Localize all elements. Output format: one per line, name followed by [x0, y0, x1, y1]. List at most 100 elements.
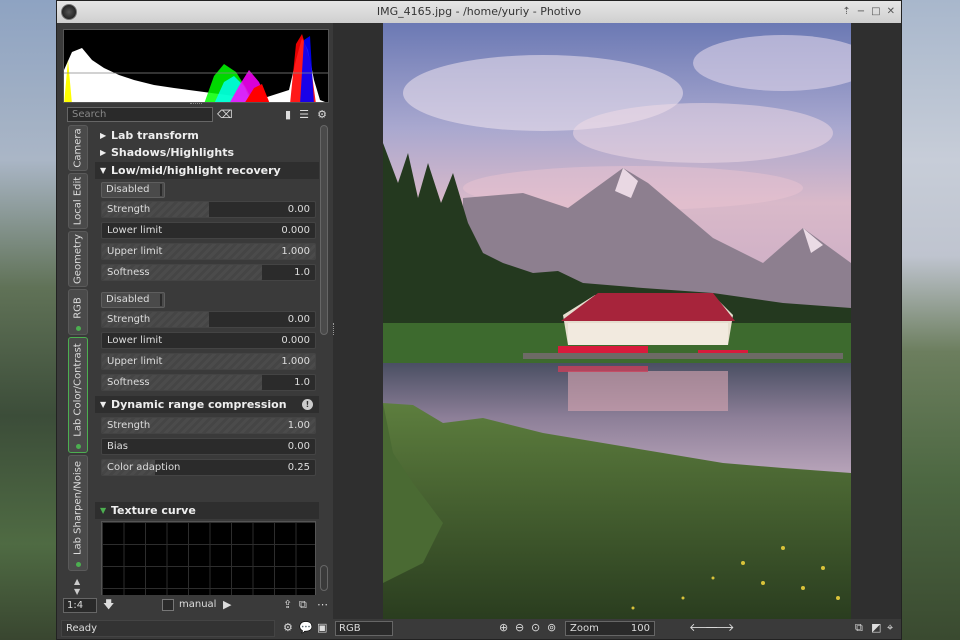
tab-local-edit[interactable]: Local Edit: [68, 173, 88, 229]
image-viewer[interactable]: [381, 23, 901, 619]
copy-icon[interactable]: ⧉: [855, 621, 863, 635]
window-minimize-button[interactable]: −: [857, 1, 865, 23]
slider-label: Color adaption: [107, 462, 181, 473]
tab-rgb[interactable]: RGB: [68, 289, 88, 335]
active-dot-icon: [76, 562, 81, 567]
tab-scroll-up-icon[interactable]: ▲: [74, 577, 80, 586]
recovery-mode-select-2[interactable]: Disabled: [101, 292, 165, 308]
manual-label: manual: [179, 599, 217, 610]
slider-label: Upper limit: [107, 356, 163, 367]
slider-strength[interactable]: Strength 1.00: [101, 417, 316, 434]
slider-label: Bias: [107, 441, 128, 452]
arrow-down-icon[interactable]: 🡇: [103, 598, 114, 612]
zoom-in-icon[interactable]: ⊕: [499, 621, 508, 635]
zoom-fit-icon[interactable]: ⊙: [531, 621, 540, 635]
slider-value: 1.00: [287, 420, 310, 431]
tab-lab-sharpen-noise[interactable]: Lab Sharpen/Noise: [68, 455, 88, 571]
slider-label: Upper limit: [107, 246, 163, 257]
info-bubble-icon[interactable]: 💬: [299, 621, 313, 635]
fullscreen-icon[interactable]: ▣: [317, 621, 327, 635]
settings-icon[interactable]: ⚙: [283, 621, 293, 635]
tab-camera[interactable]: Camera: [68, 125, 88, 171]
expanded-arrow-icon: ▼: [100, 166, 107, 175]
filter-list: ▶ Lab transform ▶ Shadows/Highlights ▼ Low/…: [95, 125, 319, 595]
slider-color-adaption[interactable]: Color adaption 0.25: [101, 459, 316, 476]
histogram: [63, 29, 329, 103]
desktop-background-right: [902, 0, 960, 640]
slider-value: 1.000: [281, 356, 310, 367]
texture-curve-graph[interactable]: [101, 521, 316, 595]
zoom-field[interactable]: Zoom 100: [565, 621, 655, 636]
bookmark-icon[interactable]: ▮: [281, 107, 295, 122]
slider-label: Softness: [107, 377, 150, 388]
slider-lower-limit[interactable]: Lower limit 0.000: [101, 332, 316, 349]
slider-label: Lower limit: [107, 335, 163, 346]
tab-bar: Camera Local Edit Geometry RGB Lab Color…: [68, 125, 90, 596]
zoom-label: Zoom: [570, 623, 599, 634]
viewer-toolbar: RGB ⊕ ⊖ ⊙ ⊚ Zoom 100 🡐 🡒 ⧉ ◩ ⌖: [333, 619, 901, 639]
app-logo-icon[interactable]: [61, 4, 77, 20]
panel-scrollbar[interactable]: [320, 125, 328, 593]
photo-canvas[interactable]: [383, 23, 851, 619]
slider-lower-limit[interactable]: Lower limit 0.000: [101, 222, 316, 239]
play-icon[interactable]: ▶: [223, 598, 231, 612]
section-texture-curve[interactable]: ▼ Texture curve: [95, 502, 319, 519]
slider-value: 0.00: [287, 314, 310, 325]
window-maximize-button[interactable]: □: [871, 1, 880, 23]
window-shade-button[interactable]: ⇡: [842, 1, 850, 23]
window-close-button[interactable]: ✕: [887, 1, 895, 23]
splitter-handle[interactable]: [333, 323, 336, 335]
export-icon[interactable]: ⇪: [283, 598, 292, 612]
recovery-mode-select-1[interactable]: Disabled: [101, 182, 165, 198]
zoom-out-icon[interactable]: ⊖: [515, 621, 524, 635]
tab-scroll-down-icon[interactable]: ▼: [74, 587, 80, 596]
slider-value: 0.000: [281, 335, 310, 346]
section-dynamic-range-compression[interactable]: ▼ Dynamic range compression !: [95, 396, 319, 413]
title-bar[interactable]: IMG_4165.jpg - /home/yuriy - Photivo ⇡ −…: [57, 1, 901, 23]
section-lab-transform[interactable]: ▶ Lab transform: [95, 127, 319, 144]
status-bar: Ready ⚙ 💬 ▣: [57, 619, 333, 639]
pipe-size-select[interactable]: 1:4: [63, 598, 97, 613]
next-image-icon[interactable]: 🡒: [705, 621, 735, 635]
gear-icon[interactable]: ⚙: [315, 107, 329, 122]
slider-softness[interactable]: Softness 1.0: [101, 264, 316, 281]
slider-upper-limit[interactable]: Upper limit 1.000: [101, 353, 316, 370]
app-window: IMG_4165.jpg - /home/yuriy - Photivo ⇡ −…: [56, 0, 902, 640]
panel-bottom-bar: 1:4 🡇 manual ▶ ⇪ ⧉ ⋯: [57, 596, 333, 618]
slider-softness[interactable]: Softness 1.0: [101, 374, 316, 391]
scrollbar-thumb[interactable]: [320, 125, 328, 335]
window-title: IMG_4165.jpg - /home/yuriy - Photivo: [376, 5, 582, 18]
splitter[interactable]: [333, 23, 381, 619]
clear-search-icon[interactable]: ⌫: [217, 107, 233, 122]
desktop-background-left: [0, 0, 56, 640]
slider-upper-limit[interactable]: Upper limit 1.000: [101, 243, 316, 260]
histogram-resize-handle[interactable]: [190, 103, 202, 106]
slider-bias[interactable]: Bias 0.00: [101, 438, 316, 455]
slider-strength[interactable]: Strength 0.00: [101, 311, 316, 328]
section-shadows-highlights[interactable]: ▶ Shadows/Highlights: [95, 144, 319, 161]
manual-checkbox[interactable]: [162, 599, 174, 611]
status-text: Ready: [61, 620, 275, 637]
slider-strength[interactable]: Strength 0.00: [101, 201, 316, 218]
tab-geometry[interactable]: Geometry: [68, 231, 88, 287]
slider-value: 0.000: [281, 225, 310, 236]
channel-select[interactable]: RGB: [335, 621, 393, 636]
menu-icon[interactable]: ☰: [297, 107, 311, 122]
batch-icon[interactable]: ⧉: [299, 598, 307, 612]
slider-label: Lower limit: [107, 225, 163, 236]
more-icon[interactable]: ⋯: [317, 598, 328, 612]
compare-icon[interactable]: ◩: [871, 621, 881, 635]
slider-value: 1.000: [281, 246, 310, 257]
zoom-100-icon[interactable]: ⊚: [547, 621, 556, 635]
active-dot-icon: [76, 326, 81, 331]
slider-value: 0.00: [287, 441, 310, 452]
tab-lab-color-contrast[interactable]: Lab Color/Contrast: [68, 337, 88, 453]
crosshair-icon[interactable]: ⌖: [887, 621, 893, 635]
settings-panel: Search ⌫ ▮ ☰ ⚙ Camera Local Edit Geometr…: [57, 23, 333, 619]
section-recovery[interactable]: ▼ Low/mid/highlight recovery: [95, 162, 319, 179]
collapsed-arrow-icon: ▶: [100, 131, 107, 140]
info-icon[interactable]: !: [302, 399, 313, 410]
scrollbar-lower-handle[interactable]: [320, 565, 328, 591]
search-input[interactable]: Search: [67, 107, 213, 122]
expanded-arrow-icon: ▼: [100, 506, 107, 515]
